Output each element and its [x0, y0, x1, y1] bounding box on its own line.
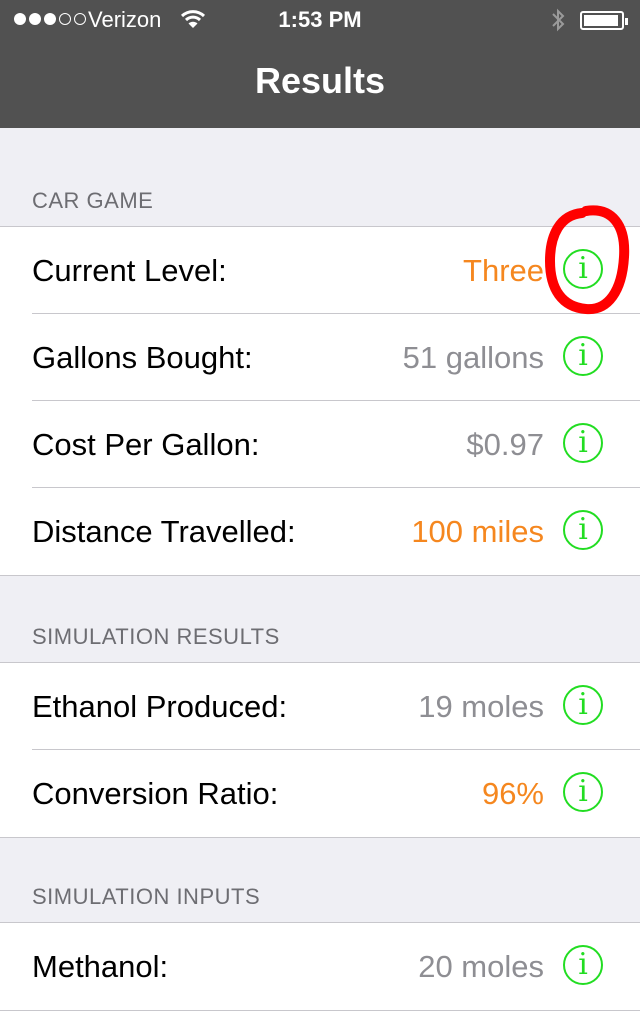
annotation-circle [544, 205, 630, 315]
row-distance-travelled: Distance Travelled: 100 miles i [0, 487, 640, 575]
status-bar: Verizon 1:53 PM [0, 0, 640, 40]
info-button[interactable]: i [563, 423, 603, 463]
row-label: Cost Per Gallon: [32, 427, 260, 462]
row-label: Methanol: [32, 949, 169, 984]
row-value: 20 moles [418, 949, 544, 984]
row-label: Current Level: [32, 253, 227, 288]
page-title: Results [254, 60, 386, 101]
section-header-simulation-inputs: SIMULATION INPUTS [32, 884, 261, 909]
group-simulation-inputs: Methanol: 20 moles i [0, 922, 640, 1011]
row-ethanol-produced: Ethanol Produced: 19 moles i [0, 663, 640, 750]
battery-icon [580, 11, 628, 30]
info-button[interactable]: i [563, 772, 603, 812]
row-value: $0.97 [466, 427, 544, 462]
group-simulation-results: Ethanol Produced: 19 moles i Conversion … [0, 662, 640, 838]
info-button[interactable]: i [563, 510, 603, 550]
row-label: Distance Travelled: [32, 514, 296, 549]
row-value: 51 gallons [402, 340, 544, 375]
info-button[interactable]: i [563, 945, 603, 985]
section-header-car-game: CAR GAME [32, 188, 154, 213]
row-label: Conversion Ratio: [32, 776, 279, 811]
row-value: 96% [481, 776, 544, 811]
clock: 1:53 PM [278, 7, 362, 32]
section-header-simulation-results: SIMULATION RESULTS [32, 624, 280, 649]
row-gallons-bought: Gallons Bought: 51 gallons i [0, 313, 640, 401]
row-label: Ethanol Produced: [32, 689, 288, 724]
row-methanol: Methanol: 20 moles i [0, 923, 640, 1010]
row-value: 100 miles [411, 514, 544, 549]
row-value: 19 moles [418, 689, 544, 724]
bluetooth-icon [552, 8, 565, 32]
info-button[interactable]: i [563, 336, 603, 376]
row-cost-per-gallon: Cost Per Gallon: $0.97 i [0, 400, 640, 488]
row-label: Gallons Bought: [32, 340, 253, 375]
row-conversion-ratio: Conversion Ratio: 96% i [0, 749, 640, 837]
top-bar: Verizon 1:53 PM Results [0, 0, 640, 128]
info-button[interactable]: i [563, 685, 603, 725]
row-value: Three [463, 253, 544, 288]
